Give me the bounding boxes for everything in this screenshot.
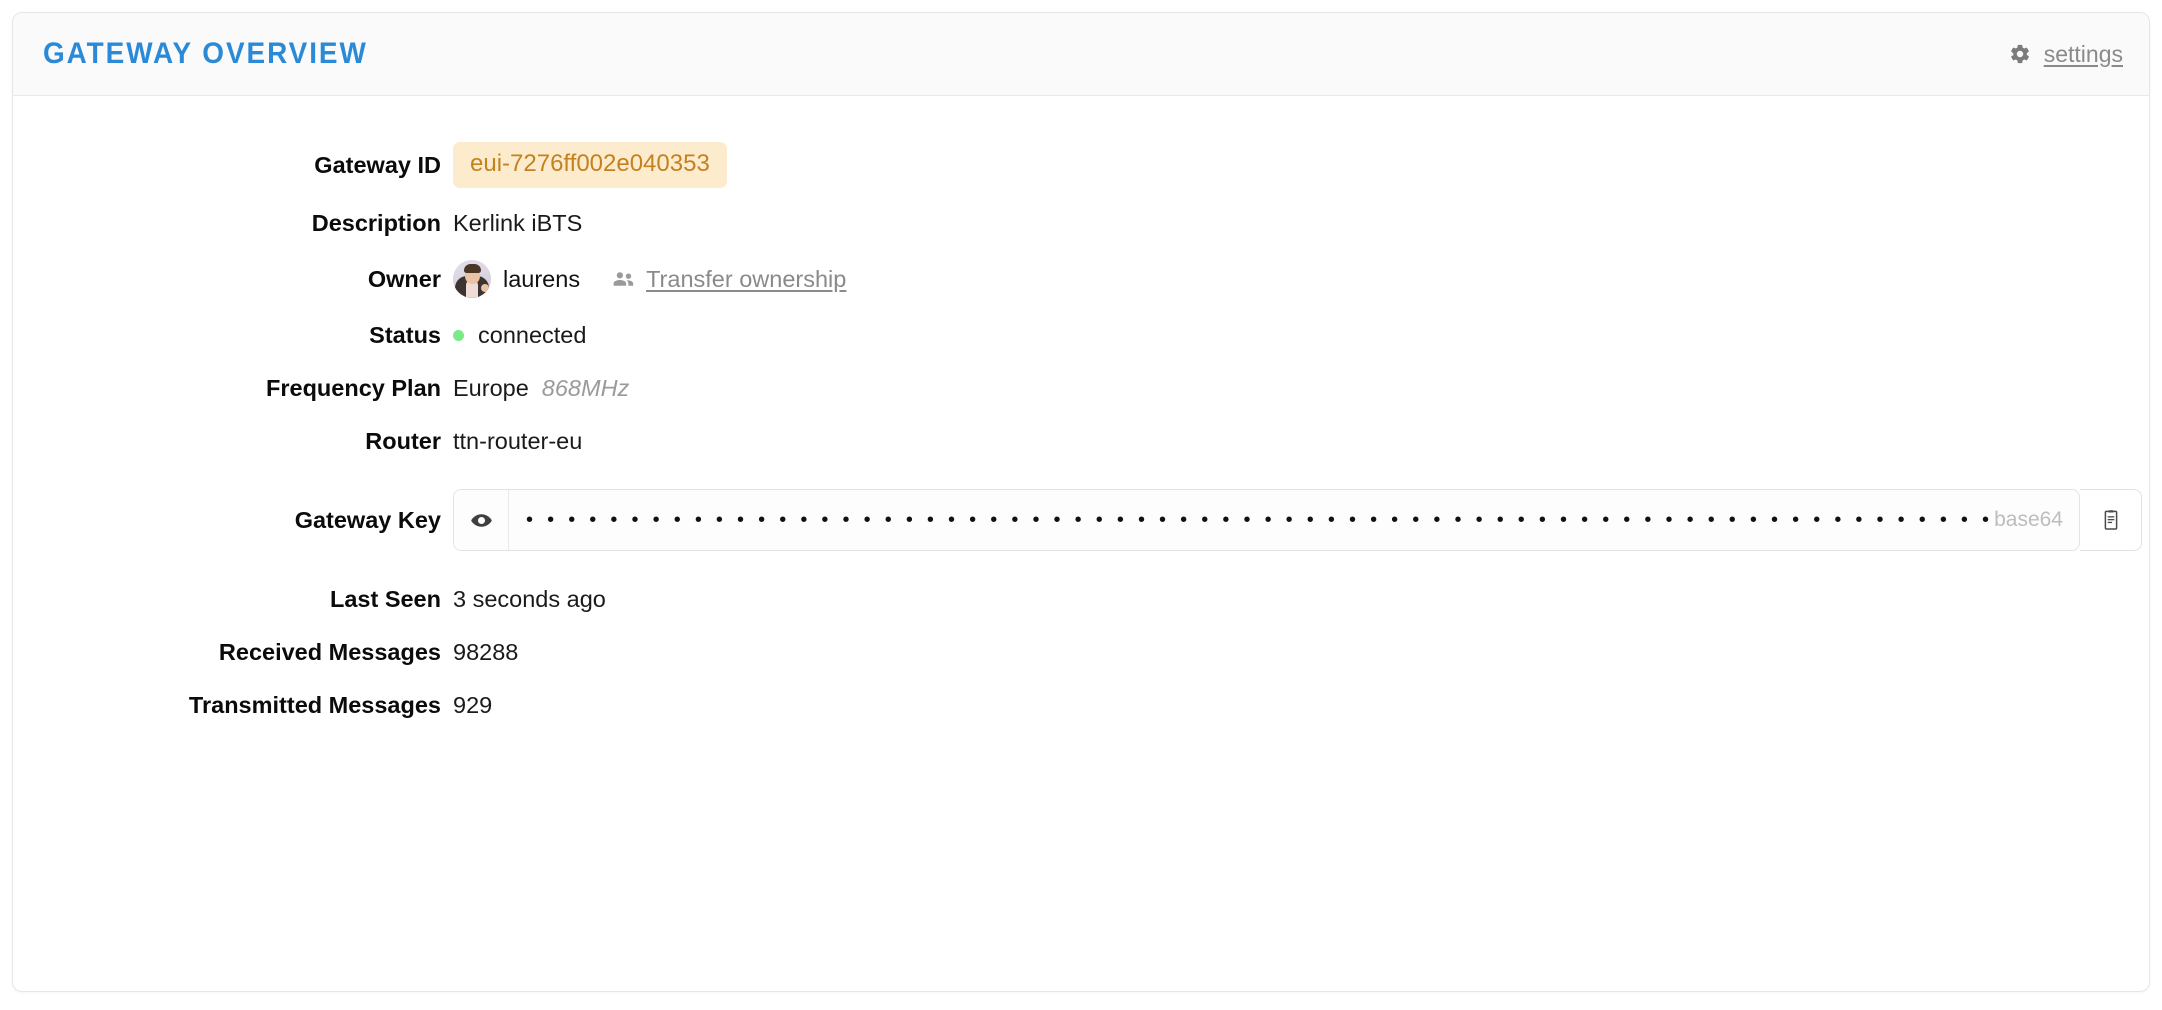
field-row-router: Router ttn-router-eu (13, 415, 2149, 467)
description-label: Description (311, 209, 441, 236)
gateway-key-input[interactable]: ••••••••••••••••••••••••••••••••••••••••… (509, 490, 2079, 550)
settings-link[interactable]: settings (2044, 41, 2123, 68)
owner-name: laurens (503, 265, 581, 292)
status-badge: connected (478, 321, 587, 348)
frequency-plan-value: Europe (453, 374, 529, 401)
received-messages-value: 98288 (453, 638, 519, 665)
gear-icon[interactable] (2009, 43, 2031, 65)
field-row-gateway-key: Gateway Key ••••••••••••••••••••••••••••… (13, 468, 2149, 572)
gateway-key-value-wrap: ••••••••••••••••••••••••••••••••••••••••… (453, 489, 2149, 551)
card-header: GATEWAY OVERVIEW settings (13, 13, 2149, 96)
frequency-plan-value-wrap: Europe 868MHz (453, 375, 2149, 402)
gateway-key-control: ••••••••••••••••••••••••••••••••••••••••… (453, 489, 2142, 551)
gateway-id-value-wrap: eui-7276ff002e040353 (453, 142, 2149, 188)
transmitted-messages-label: Transmitted Messages (188, 691, 441, 718)
description-value: Kerlink iBTS (453, 209, 583, 236)
field-row-frequency-plan: Frequency Plan Europe 868MHz (13, 362, 2149, 414)
frequency-plan-label: Frequency Plan (266, 374, 441, 401)
field-row-received-messages: Received Messages 98288 (13, 626, 2149, 678)
field-row-owner: Owner laurens Transfer ownership (13, 250, 2149, 308)
field-row-description: Description Kerlink iBTS (13, 197, 2149, 249)
received-messages-label: Received Messages (218, 638, 441, 665)
page-title: GATEWAY OVERVIEW (43, 37, 368, 70)
transfer-ownership-link[interactable]: Transfer ownership (646, 266, 846, 293)
avatar (453, 260, 491, 298)
copy-gateway-key-button[interactable] (2080, 489, 2142, 551)
field-row-transmitted-messages: Transmitted Messages 929 (13, 679, 2149, 731)
gateway-key-encoding-label: base64 (1994, 508, 2063, 531)
frequency-plan-detail: 868MHz (541, 374, 630, 401)
field-row-last-seen: Last Seen 3 seconds ago (13, 573, 2149, 625)
status-value-wrap: connected (453, 322, 2149, 349)
gateway-overview-card: GATEWAY OVERVIEW settings Gateway ID eui… (12, 12, 2150, 992)
status-label: Status (369, 321, 441, 348)
router-label: Router (365, 427, 441, 454)
field-row-gateway-id: Gateway ID eui-7276ff002e040353 (13, 134, 2149, 196)
router-value: ttn-router-eu (453, 427, 583, 454)
owner-label: Owner (367, 265, 441, 292)
page-root: GATEWAY OVERVIEW settings Gateway ID eui… (0, 0, 2162, 1010)
gateway-key-label: Gateway Key (294, 506, 441, 533)
gateway-id-pill[interactable]: eui-7276ff002e040353 (453, 142, 727, 188)
last-seen-value: 3 seconds ago (453, 585, 606, 612)
status-indicator-dot (453, 329, 464, 341)
card-body: Gateway ID eui-7276ff002e040353 Descript… (13, 96, 2149, 991)
header-actions: settings (2009, 41, 2123, 68)
people-icon[interactable] (611, 267, 646, 292)
field-row-status: Status connected (13, 309, 2149, 361)
owner-value-wrap: laurens Transfer ownership (453, 260, 2149, 298)
gateway-id-label: Gateway ID (314, 151, 441, 178)
last-seen-label: Last Seen (329, 585, 441, 612)
gateway-key-masked-value: ••••••••••••••••••••••••••••••••••••••••… (526, 510, 1990, 530)
toggle-key-visibility-button[interactable] (454, 490, 509, 550)
transmitted-messages-value: 929 (453, 691, 493, 718)
gateway-key-input-group: ••••••••••••••••••••••••••••••••••••••••… (453, 489, 2080, 551)
